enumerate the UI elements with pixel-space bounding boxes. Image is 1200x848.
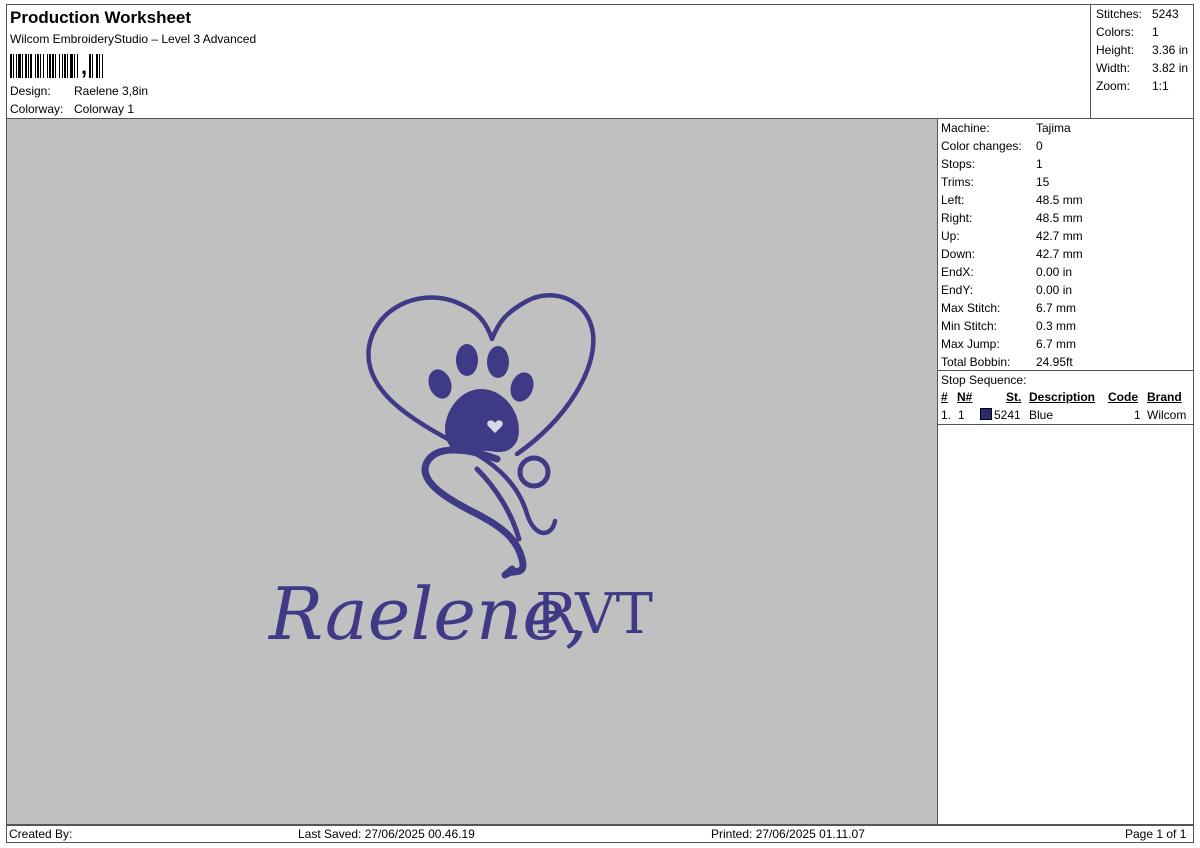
- property-value: 15: [1036, 175, 1050, 189]
- property-value: Tajima: [1036, 121, 1071, 135]
- property-row: Max Jump: 6.7 mm: [941, 337, 1076, 351]
- row-brand: Wilcom: [1147, 408, 1187, 422]
- stat-value: 3.36 in: [1152, 43, 1189, 57]
- stat-value: 1: [1152, 25, 1159, 39]
- property-value: 24.95ft: [1036, 355, 1073, 369]
- property-row: Machine: Tajima: [941, 121, 1071, 135]
- row-description: Blue: [1029, 408, 1054, 422]
- property-label: EndX:: [941, 265, 974, 279]
- row-num: 1.: [941, 408, 952, 422]
- property-label: Max Stitch:: [941, 301, 1001, 315]
- property-label: Color changes:: [941, 139, 1022, 153]
- barcode: ,: [10, 50, 104, 78]
- software-name: Wilcom EmbroideryStudio – Level 3 Advanc…: [10, 32, 257, 46]
- col-brand: Brand: [1147, 390, 1182, 404]
- stat-label: Colors:: [1096, 25, 1135, 39]
- worksheet-title: Production Worksheet: [10, 8, 192, 27]
- property-value: 0.00 in: [1036, 265, 1073, 279]
- colorway-value: Colorway 1: [74, 102, 135, 116]
- row-n: 1: [958, 408, 965, 422]
- property-row: Left: 48.5 mm: [941, 193, 1083, 207]
- colorway-label: Colorway:: [10, 102, 64, 116]
- page-number: Page 1 of 1: [1125, 827, 1187, 841]
- property-row: Trims: 15: [941, 175, 1049, 189]
- stat-value: 5243: [1152, 7, 1179, 21]
- property-row: EndY: 0.00 in: [941, 283, 1072, 297]
- property-value: 6.7 mm: [1036, 337, 1077, 351]
- stat-label: Width:: [1096, 61, 1131, 75]
- property-value: 48.5 mm: [1036, 211, 1083, 225]
- property-row: Color changes: 0: [941, 139, 1043, 153]
- printed-date: Printed: 27/06/2025 01.11.07: [711, 827, 865, 841]
- divider: [938, 424, 1193, 425]
- stat-colors: Colors: 1: [1096, 25, 1159, 39]
- col-n: N#: [957, 390, 973, 404]
- design-value: Raelene 3,8in: [74, 84, 149, 98]
- property-label: Up:: [941, 229, 960, 243]
- col-description: Description: [1029, 390, 1096, 404]
- property-value: 0: [1036, 139, 1043, 153]
- property-row: Stops: 1: [941, 157, 1043, 171]
- col-num: #: [941, 390, 948, 404]
- property-row: Right: 48.5 mm: [941, 211, 1083, 225]
- stop-sequence-title: Stop Sequence:: [941, 373, 1027, 387]
- last-saved: Last Saved: 27/06/2025 00.46.19: [298, 827, 475, 841]
- row-code: 1: [1134, 408, 1141, 422]
- color-swatch: [980, 408, 992, 420]
- divider: [938, 370, 1193, 371]
- property-row: Total Bobbin: 24.95ft: [941, 355, 1073, 369]
- stat-stitches: Stitches: 5243: [1096, 7, 1179, 21]
- row-st: 5241: [994, 408, 1021, 422]
- property-value: 48.5 mm: [1036, 193, 1083, 207]
- stat-height: Height: 3.36 in: [1096, 43, 1188, 57]
- property-value: 0.00 in: [1036, 283, 1073, 297]
- design-label: Design:: [10, 84, 51, 98]
- stat-value: 3.82 in: [1152, 61, 1189, 75]
- property-label: Machine:: [941, 121, 990, 135]
- property-label: Stops:: [941, 157, 976, 171]
- property-row: EndX: 0.00 in: [941, 265, 1072, 279]
- property-value: 1: [1036, 157, 1043, 171]
- stat-label: Stitches:: [1096, 7, 1143, 21]
- design-serif-text: RVT: [535, 582, 653, 647]
- property-value: 42.7 mm: [1036, 229, 1083, 243]
- property-label: Total Bobbin:: [941, 355, 1011, 369]
- created-by: Created By:: [9, 827, 73, 841]
- embroidery-design: Raelene, RVT: [267, 293, 653, 656]
- design-preview: Raelene, RVT: [6, 118, 938, 825]
- property-row: Up: 42.7 mm: [941, 229, 1083, 243]
- footer: [6, 825, 1194, 843]
- property-label: Trims:: [941, 175, 974, 189]
- property-row: Max Stitch: 6.7 mm: [941, 301, 1076, 315]
- property-row: Down: 42.7 mm: [941, 247, 1083, 261]
- stat-zoom: Zoom: 1:1: [1096, 79, 1169, 93]
- property-label: Left:: [941, 193, 965, 207]
- stat-label: Zoom:: [1096, 79, 1131, 93]
- property-row: Min Stitch: 0.3 mm: [941, 319, 1076, 333]
- property-label: Min Stitch:: [941, 319, 998, 333]
- colorway-row: Colorway: Colorway 1: [10, 102, 134, 116]
- property-label: Down:: [941, 247, 976, 261]
- property-label: EndY:: [941, 283, 974, 297]
- property-value: 42.7 mm: [1036, 247, 1083, 261]
- col-code: Code: [1108, 390, 1138, 404]
- stat-width: Width: 3.82 in: [1096, 61, 1188, 75]
- property-value: 6.7 mm: [1036, 301, 1077, 315]
- chestpiece-ring: [517, 455, 551, 489]
- property-value: 0.3 mm: [1036, 319, 1077, 333]
- stat-label: Height:: [1096, 43, 1135, 57]
- property-label: Max Jump:: [941, 337, 1000, 351]
- stat-value: 1:1: [1152, 79, 1169, 93]
- col-st: St.: [1006, 390, 1022, 404]
- design-row: Design: Raelene 3,8in: [10, 84, 148, 98]
- property-label: Right:: [941, 211, 973, 225]
